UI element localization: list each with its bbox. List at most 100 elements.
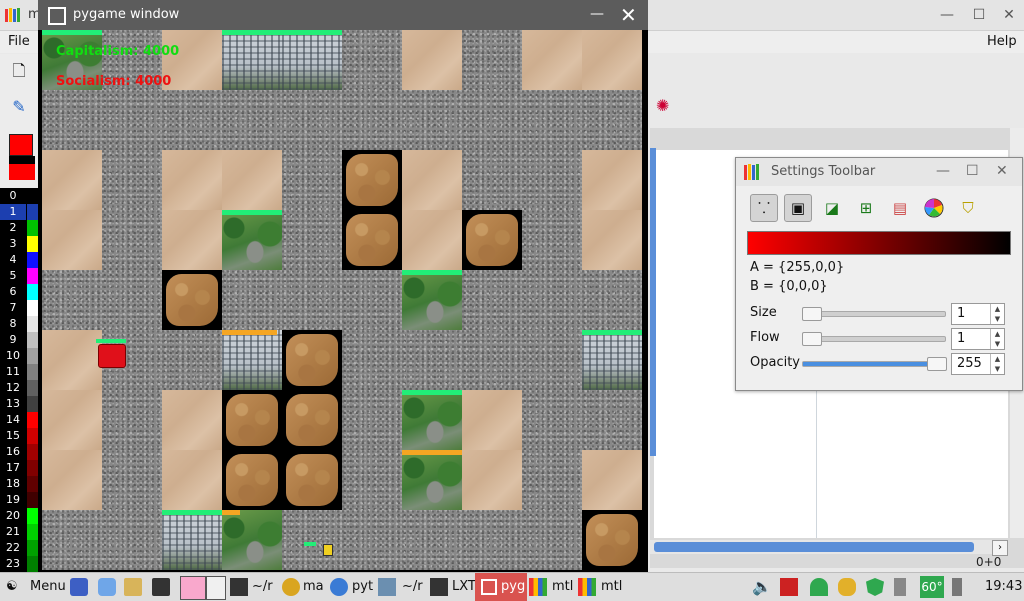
image-viewer-icon[interactable]	[378, 578, 396, 596]
sand-tile[interactable]	[42, 210, 102, 270]
opacity-slider[interactable]	[802, 357, 947, 371]
app-launcher-icon[interactable]	[70, 578, 88, 596]
opacity-spinbox[interactable]: 255 ▲ ▼	[951, 353, 1005, 375]
palette-color-swatch[interactable]	[27, 348, 38, 364]
rock-tile[interactable]	[342, 210, 402, 270]
rock-tile[interactable]	[582, 510, 642, 570]
clipboard-icon[interactable]	[894, 578, 906, 596]
palette-color-swatch[interactable]	[27, 284, 38, 300]
game-map[interactable]: Capitalism: 4000 Socialism: 4000	[42, 30, 642, 570]
power-icon[interactable]	[952, 578, 962, 596]
sand-tile[interactable]	[582, 150, 642, 210]
palette-row[interactable]: 13	[0, 396, 38, 412]
palette-color-swatch[interactable]	[27, 220, 38, 236]
brush-tool-icon[interactable]: ⸪	[750, 194, 778, 222]
sand-tile[interactable]	[42, 390, 102, 450]
taskbar-item-mtl-1[interactable]: mtl	[552, 573, 573, 601]
spin-arrows-icon[interactable]: ▲ ▼	[990, 329, 1004, 349]
park-tile[interactable]	[402, 270, 462, 330]
rock-tile[interactable]	[282, 390, 342, 450]
spin-arrows-icon[interactable]: ▲ ▼	[990, 304, 1004, 324]
rock-tile[interactable]	[282, 450, 342, 510]
palette-row[interactable]: 8	[0, 316, 38, 332]
taskbar-item-terminal-2[interactable]: ~/r	[402, 573, 423, 601]
pencil-icon[interactable]: ✎	[8, 96, 30, 118]
rock-tile[interactable]	[222, 450, 282, 510]
palette-row[interactable]: 12	[0, 380, 38, 396]
small-unit[interactable]	[323, 544, 333, 556]
sand-tile[interactable]	[522, 30, 582, 90]
palette-color-swatch[interactable]	[27, 380, 38, 396]
close-icon[interactable]: ✕	[996, 163, 1008, 179]
taskbar-item-lxt[interactable]: LXT	[452, 573, 476, 601]
building-tile[interactable]	[282, 30, 342, 90]
sand-tile[interactable]	[162, 450, 222, 510]
pygame-titlebar[interactable]: pygame window — ✕	[38, 0, 648, 30]
building-tile[interactable]	[582, 330, 642, 390]
palette-color-swatch[interactable]	[27, 300, 38, 316]
palette-row[interactable]: 16	[0, 444, 38, 460]
palette-row[interactable]: 23	[0, 556, 38, 572]
building-tile[interactable]	[222, 30, 282, 90]
sand-tile[interactable]	[162, 390, 222, 450]
magic-wand-icon[interactable]: ✺	[656, 96, 678, 118]
sand-tile[interactable]	[162, 210, 222, 270]
desktop-1-button[interactable]	[180, 576, 206, 600]
rock-tile[interactable]	[462, 210, 522, 270]
palette-color-swatch[interactable]	[27, 508, 38, 524]
globe-icon[interactable]	[330, 578, 348, 596]
palette-row[interactable]: 7	[0, 300, 38, 316]
palette-row[interactable]: 20	[0, 508, 38, 524]
rock-tile[interactable]	[282, 330, 342, 390]
sand-tile[interactable]	[402, 210, 462, 270]
palette-row[interactable]: 21	[0, 524, 38, 540]
browser-launcher-icon[interactable]	[98, 578, 116, 596]
palette-row[interactable]: 5	[0, 268, 38, 284]
opacity-slider-handle[interactable]	[927, 357, 947, 371]
sand-tile[interactable]	[42, 150, 102, 210]
folder-icon[interactable]	[124, 578, 142, 596]
sand-tile[interactable]	[402, 30, 462, 90]
size-spinbox[interactable]: 1 ▲ ▼	[951, 303, 1005, 325]
taskbar-item-mtl-2[interactable]: mtl	[601, 573, 622, 601]
palette-row[interactable]: 3	[0, 236, 38, 252]
palette-color-swatch[interactable]	[27, 364, 38, 380]
pattern-tool-icon[interactable]: ▤	[886, 194, 914, 222]
palette-color-swatch[interactable]	[27, 236, 38, 252]
palette-row[interactable]: 1	[0, 204, 38, 220]
palette-row[interactable]: 6	[0, 284, 38, 300]
palette-row[interactable]: 11	[0, 364, 38, 380]
red-car-unit[interactable]	[98, 344, 126, 368]
palette-color-swatch[interactable]	[27, 316, 38, 332]
palette-color-swatch[interactable]	[27, 540, 38, 556]
building-tile[interactable]	[222, 330, 282, 390]
menu-file[interactable]: File	[8, 34, 30, 49]
palette-color-swatch[interactable]	[27, 476, 38, 492]
close-icon[interactable]: ✕	[1000, 7, 1018, 23]
stamp-tool-icon[interactable]: ⛉	[954, 194, 982, 222]
flow-slider[interactable]	[802, 332, 946, 346]
flow-slider-handle[interactable]	[802, 332, 822, 346]
palette-row[interactable]: 17	[0, 460, 38, 476]
primary-color-swatch[interactable]	[9, 134, 33, 156]
palette-row[interactable]: 15	[0, 428, 38, 444]
desktop-2-button[interactable]	[206, 576, 226, 600]
palette-color-swatch[interactable]	[27, 492, 38, 508]
palette-row[interactable]: 19	[0, 492, 38, 508]
battery-warning-icon[interactable]	[780, 578, 798, 596]
taskbar-item-pyt[interactable]: pyt	[352, 573, 373, 601]
palette-color-swatch[interactable]	[27, 556, 38, 572]
add-layer-icon[interactable]: ⊞	[852, 194, 880, 222]
new-file-icon[interactable]: 🗋	[8, 60, 30, 82]
flow-spinbox[interactable]: 1 ▲ ▼	[951, 328, 1005, 350]
sand-tile[interactable]	[162, 150, 222, 210]
color-wheel-icon[interactable]	[920, 194, 948, 222]
palette-row[interactable]: 14	[0, 412, 38, 428]
maximize-icon[interactable]: ☐	[966, 163, 979, 179]
palette-row[interactable]: 10	[0, 348, 38, 364]
palette-color-swatch[interactable]	[27, 524, 38, 540]
palette-color-swatch[interactable]	[27, 412, 38, 428]
palette-color-swatch[interactable]	[27, 460, 38, 476]
palette-color-swatch[interactable]	[27, 428, 38, 444]
sand-tile[interactable]	[582, 30, 642, 90]
